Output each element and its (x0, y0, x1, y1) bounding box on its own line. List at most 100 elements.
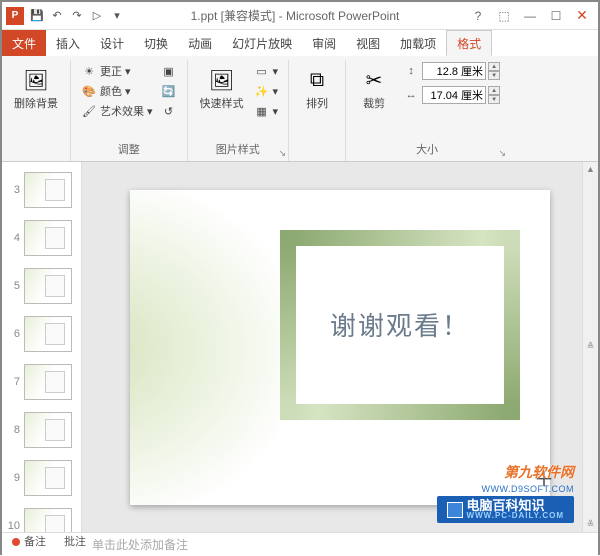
prev-slide-icon[interactable]: ≙ (587, 341, 595, 352)
slide-thumbnail[interactable]: 3 (2, 166, 81, 214)
qat-customize-icon[interactable]: ▾ (110, 9, 124, 23)
change-picture-icon: 🔄 (161, 83, 177, 99)
thumbnail-preview (24, 220, 72, 256)
group-remove-background: 🖼 删除背景 (2, 60, 71, 161)
dropdown-icon: ▾ (125, 85, 131, 98)
slide-thumbnail-pane[interactable]: 34567891011 (2, 162, 82, 532)
tab-file[interactable]: 文件 (2, 30, 46, 56)
effects-icon: 🖌 (81, 103, 97, 119)
dropdown-icon: ▾ (273, 65, 279, 78)
dropdown-icon: ▾ (273, 105, 279, 118)
height-input[interactable] (422, 62, 486, 80)
size-dialog-launcher[interactable]: ↘ (499, 148, 507, 159)
minimize-button[interactable]: — (518, 6, 542, 26)
thumbnail-preview (24, 412, 72, 448)
arrange-icon: ⧉ (301, 64, 333, 96)
slide-thumbnail[interactable]: 8 (2, 406, 81, 454)
group-picture-styles-label: 图片样式 (216, 141, 260, 159)
tab-view[interactable]: 视图 (346, 30, 390, 56)
height-up[interactable]: ▲ (488, 62, 500, 71)
slide-thumbnail[interactable]: 5 (2, 262, 81, 310)
color-button[interactable]: 🎨颜色▾ (79, 82, 155, 100)
close-button[interactable]: ✕ (570, 6, 594, 26)
crop-button[interactable]: ✂ 裁剪 (354, 62, 394, 112)
tab-review[interactable]: 审阅 (302, 30, 346, 56)
width-down[interactable]: ▼ (488, 95, 500, 104)
slide-number: 8 (4, 424, 20, 436)
compress-pictures-button[interactable]: ▣ (159, 62, 179, 80)
height-down[interactable]: ▼ (488, 71, 500, 80)
slide-thumbnail[interactable]: 4 (2, 214, 81, 262)
thumbnail-preview (24, 460, 72, 496)
slide-number: 7 (4, 376, 20, 388)
slide-number: 5 (4, 280, 20, 292)
next-slide-icon[interactable]: ≚ (587, 519, 595, 530)
window-title: 1.ppt [兼容模式] - Microsoft PowerPoint (124, 7, 466, 24)
remove-background-button[interactable]: 🖼 删除背景 (10, 62, 62, 112)
slide-number: 4 (4, 232, 20, 244)
ribbon: 🖼 删除背景 ☀更正▾ 🎨颜色▾ 🖌艺术效果▾ ▣ 🔄 ↺ 调整 🖼 快速 (2, 56, 598, 162)
tab-format[interactable]: 格式 (446, 30, 492, 56)
title-bar: P 💾 ↶ ↷ ▷ ▾ 1.ppt [兼容模式] - Microsoft Pow… (2, 2, 598, 30)
quick-styles-label: 快速样式 (200, 98, 244, 110)
slide-thumbnail[interactable]: 9 (2, 454, 81, 502)
status-comments[interactable]: 批注 (64, 533, 86, 549)
dropdown-icon: ▾ (147, 105, 153, 118)
group-size: ✂ 裁剪 ↕ ▲▼ ↔ ▲▼ 大小 ↘ (346, 60, 508, 161)
slide-number: 9 (4, 472, 20, 484)
slide-editor[interactable]: 谢谢观看！ ＋ ▲ ≙ ≚ (82, 162, 598, 532)
redo-icon[interactable]: ↷ (70, 9, 84, 23)
save-icon[interactable]: 💾 (30, 9, 44, 23)
height-icon: ↕ (402, 63, 420, 79)
powerpoint-icon: P (6, 7, 24, 25)
slide-canvas[interactable]: 谢谢观看！ (130, 190, 550, 505)
tab-design[interactable]: 设计 (90, 30, 134, 56)
thumbnail-preview (24, 508, 72, 532)
tab-addins[interactable]: 加载项 (390, 30, 446, 56)
floral-border (280, 230, 520, 420)
picture-layout-button[interactable]: ▦▾ (252, 102, 281, 120)
color-label: 颜色 (100, 83, 122, 99)
slide-thumbnail[interactable]: 10 (2, 502, 81, 532)
artistic-effects-button[interactable]: 🖌艺术效果▾ (79, 102, 155, 120)
dropdown-icon: ▾ (125, 65, 131, 78)
picture-effects-icon: ✨ (254, 83, 270, 99)
quick-access-toolbar: 💾 ↶ ↷ ▷ ▾ (30, 9, 124, 23)
picture-styles-dialog-launcher[interactable]: ↘ (279, 148, 287, 159)
picture-effects-button[interactable]: ✨▾ (252, 82, 281, 100)
width-icon: ↔ (402, 87, 420, 103)
corrections-button[interactable]: ☀更正▾ (79, 62, 155, 80)
tab-transitions[interactable]: 切换 (134, 30, 178, 56)
window-controls: ? ⬚ — ☐ ✕ (466, 6, 594, 26)
tab-slideshow[interactable]: 幻灯片放映 (222, 30, 302, 56)
remove-background-label: 删除背景 (14, 98, 58, 110)
scroll-up-icon[interactable]: ▲ (586, 164, 595, 174)
tab-insert[interactable]: 插入 (46, 30, 90, 56)
arrange-button[interactable]: ⧉ 排列 (297, 62, 337, 112)
slideshow-from-start-icon[interactable]: ▷ (90, 9, 104, 23)
picture-border-button[interactable]: ▭▾ (252, 62, 281, 80)
undo-icon[interactable]: ↶ (50, 9, 64, 23)
reset-icon: ↺ (161, 103, 177, 119)
tab-animations[interactable]: 动画 (178, 30, 222, 56)
arrange-label: 排列 (306, 98, 328, 110)
width-up[interactable]: ▲ (488, 86, 500, 95)
thumbnail-preview (24, 268, 72, 304)
compress-icon: ▣ (161, 63, 177, 79)
ribbon-display-button[interactable]: ⬚ (492, 6, 516, 26)
width-input[interactable] (422, 86, 486, 104)
quick-styles-button[interactable]: 🖼 快速样式 (196, 62, 248, 112)
crop-label: 裁剪 (363, 98, 385, 110)
reset-picture-button[interactable]: ↺ (159, 102, 179, 120)
slide-thumbnail[interactable]: 6 (2, 310, 81, 358)
change-picture-button[interactable]: 🔄 (159, 82, 179, 100)
slide-thumbnail[interactable]: 7 (2, 358, 81, 406)
maximize-button[interactable]: ☐ (544, 6, 568, 26)
quick-styles-icon: 🖼 (206, 64, 238, 96)
status-notes[interactable]: 备注 (12, 533, 46, 549)
vertical-scrollbar[interactable]: ▲ ≙ ≚ (582, 162, 598, 532)
help-button[interactable]: ? (466, 6, 490, 26)
group-adjust-label: 调整 (118, 141, 140, 159)
notes-pane[interactable]: 单击此处添加备注 (2, 532, 598, 556)
group-adjust: ☀更正▾ 🎨颜色▾ 🖌艺术效果▾ ▣ 🔄 ↺ 调整 (71, 60, 188, 161)
